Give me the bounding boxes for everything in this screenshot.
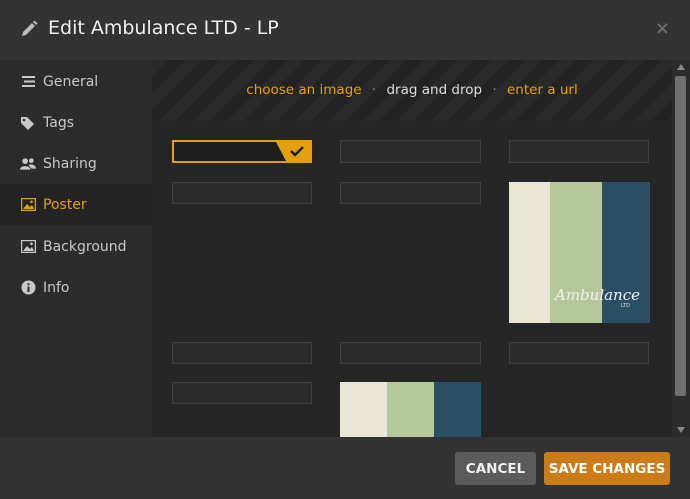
choose-image-link[interactable]: choose an image	[246, 82, 361, 98]
poster-option[interactable]	[509, 342, 649, 364]
dialog-header: Edit Ambulance LTD - LP ×	[0, 0, 690, 60]
tag-icon	[20, 115, 36, 131]
users-icon	[20, 156, 36, 172]
drag-and-drop-text: drag and drop	[386, 82, 483, 98]
check-icon	[276, 142, 310, 161]
poster-option[interactable]	[509, 140, 649, 163]
sidebar-item-label: Background	[43, 238, 127, 255]
sidebar-item-label: Poster	[43, 196, 87, 213]
scrollbar-thumb[interactable]	[675, 76, 686, 396]
poster-panel: choose an image · drag and drop · enter …	[152, 60, 672, 437]
dialog-title: Edit Ambulance LTD - LP	[48, 17, 279, 39]
poster-option-selected[interactable]	[172, 140, 312, 163]
sidebar-item-sharing[interactable]: Sharing	[0, 143, 152, 184]
sidebar-item-poster[interactable]: Poster	[0, 184, 152, 225]
close-icon[interactable]: ×	[655, 18, 670, 39]
info-icon	[20, 280, 36, 296]
list-icon	[20, 74, 36, 90]
sidebar-item-label: General	[43, 73, 99, 90]
poster-option[interactable]	[340, 140, 481, 163]
upload-options: choose an image · drag and drop · enter …	[152, 82, 672, 98]
sidebar-item-label: Info	[43, 279, 70, 296]
scrollbar[interactable]	[672, 60, 690, 437]
poster-ltd-text: LTD	[621, 303, 631, 309]
sidebar-item-info[interactable]: Info	[0, 267, 152, 308]
sidebar-item-label: Tags	[43, 114, 74, 131]
enter-url-link[interactable]: enter a url	[507, 82, 578, 98]
save-changes-button[interactable]: SAVE CHANGES	[544, 452, 670, 485]
sidebar-item-background[interactable]: Background	[0, 226, 152, 267]
poster-thumbnail[interactable]	[340, 382, 481, 437]
poster-option[interactable]	[340, 342, 481, 364]
poster-option[interactable]	[340, 182, 481, 204]
scroll-down-arrow-icon[interactable]	[677, 427, 685, 433]
poster-script-text: Ambulance	[555, 286, 640, 304]
dialog-footer: CANCEL SAVE CHANGES	[0, 437, 690, 499]
image-icon	[20, 239, 36, 255]
sidebar-item-label: Sharing	[43, 155, 97, 172]
edit-dialog: Edit Ambulance LTD - LP × General Tags S…	[0, 0, 690, 499]
poster-thumbnail[interactable]: Ambulance LTD	[509, 182, 650, 323]
sidebar-item-tags[interactable]: Tags	[0, 102, 152, 143]
separator-dot: ·	[371, 82, 377, 98]
cancel-button[interactable]: CANCEL	[455, 452, 536, 485]
pencil-icon	[22, 20, 38, 36]
poster-option[interactable]	[172, 342, 312, 364]
scroll-up-arrow-icon[interactable]	[677, 64, 685, 70]
separator-dot: ·	[492, 82, 497, 98]
image-icon	[20, 197, 36, 213]
poster-option[interactable]	[172, 382, 312, 404]
sidebar-item-general[interactable]: General	[0, 61, 152, 102]
sidebar: General Tags Sharing Poster Background I…	[0, 60, 152, 440]
poster-option[interactable]	[172, 182, 312, 204]
